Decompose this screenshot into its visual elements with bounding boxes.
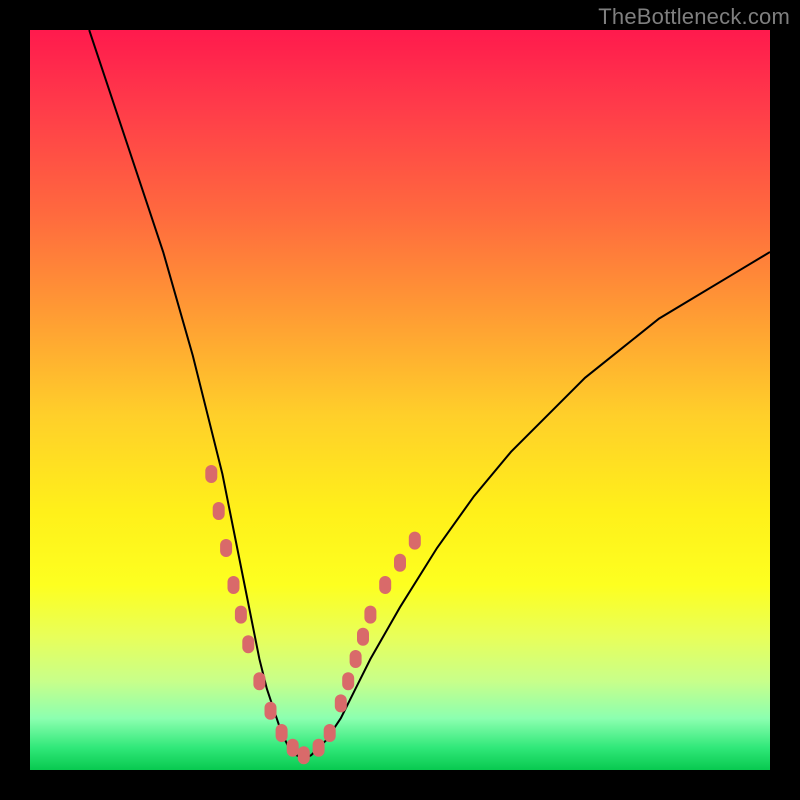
bottleneck-curve-path: [89, 30, 770, 759]
curve-marker: [253, 672, 265, 690]
plot-area: [30, 30, 770, 770]
curve-marker: [235, 606, 247, 624]
curve-marker: [213, 502, 225, 520]
curve-marker: [350, 650, 362, 668]
curve-marker: [324, 724, 336, 742]
curve-marker: [342, 672, 354, 690]
curve-marker: [409, 532, 421, 550]
curve-marker: [228, 576, 240, 594]
curve-marker: [379, 576, 391, 594]
curve-marker: [276, 724, 288, 742]
curve-marker: [394, 554, 406, 572]
chart-frame: TheBottleneck.com: [0, 0, 800, 800]
curve-marker: [242, 635, 254, 653]
curve-marker: [335, 694, 347, 712]
curve-marker: [357, 628, 369, 646]
curve-marker: [313, 739, 325, 757]
curve-marker: [298, 746, 310, 764]
curve-marker: [205, 465, 217, 483]
curve-marker: [220, 539, 232, 557]
curve-marker: [364, 606, 376, 624]
curve-marker: [287, 739, 299, 757]
bottleneck-curve: [30, 30, 770, 770]
curve-marker: [265, 702, 277, 720]
watermark-text: TheBottleneck.com: [598, 4, 790, 30]
